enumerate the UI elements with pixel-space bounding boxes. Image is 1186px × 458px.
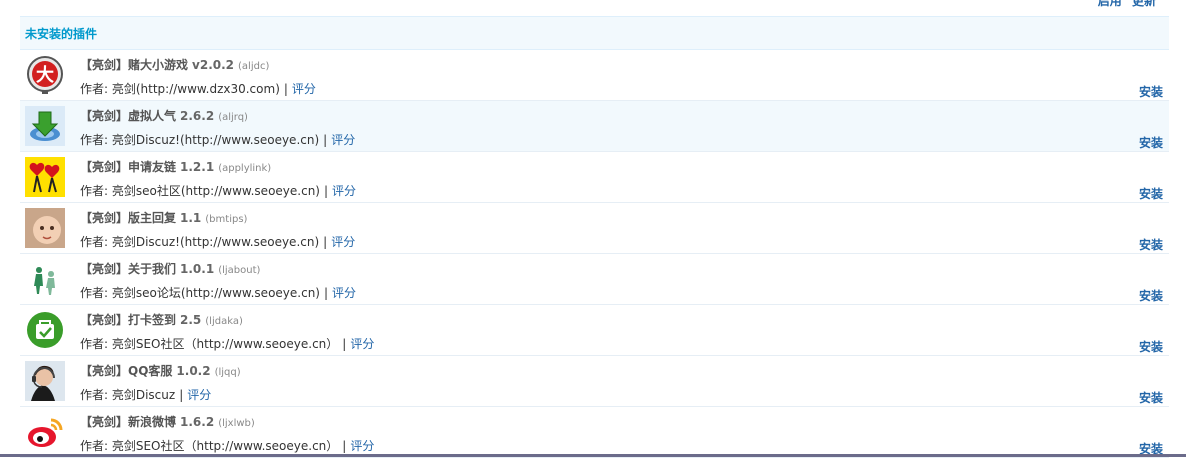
figures-icon (25, 259, 65, 299)
plugin-author: 作者: 亮剑SEO社区（http://www.seoeye.cn） (80, 337, 339, 351)
install-button[interactable]: 安装 (1139, 185, 1163, 202)
plugin-title: 【亮剑】申请友链 1.2.1 (applylink) (80, 158, 271, 175)
plugin-version: v2.0.2 (192, 58, 235, 72)
plugin-name: 【亮剑】关于我们 (80, 262, 177, 276)
plugin-identifier: (aljdc) (238, 61, 270, 72)
plugin-author: 作者: 亮剑Discuz!(http://www.seoeye.cn) (80, 235, 320, 249)
install-button[interactable]: 安装 (1139, 134, 1163, 151)
rate-link[interactable]: 评分 (350, 439, 374, 453)
plugin-author-line: 作者: 亮剑(http://www.dzx30.com) | 评分 (80, 80, 316, 97)
plugin-list: 大 【亮剑】赌大小游戏 v2.0.2 (aljdc) 作者: 亮剑(http://www… (20, 50, 1169, 458)
plugin-version: 2.6.2 (180, 109, 215, 123)
plugin-row: 【亮剑】版主回复 1.1 (bmtips) 作者: 亮剑Discuz!(http://… (20, 203, 1169, 254)
plugin-author: 作者: 亮剑Discuz!(http://www.seoeye.cn) (80, 133, 320, 147)
rate-link[interactable]: 评分 (331, 235, 355, 249)
headset-agent-icon (25, 361, 65, 401)
plugin-name: 【亮剑】版主回复 (80, 211, 177, 225)
rate-link[interactable]: 评分 (350, 337, 374, 351)
rate-link[interactable]: 评分 (187, 388, 211, 402)
plugin-version: 1.0.1 (180, 262, 215, 276)
install-button[interactable]: 安装 (1139, 83, 1163, 100)
plugin-title: 【亮剑】版主回复 1.1 (bmtips) (80, 209, 247, 226)
svg-text:大: 大 (36, 64, 54, 86)
plugin-name: 【亮剑】虚拟人气 (80, 109, 177, 123)
plugin-author: 作者: 亮剑seo社区(http://www.seoeye.cn) (80, 184, 320, 198)
plugin-title: 【亮剑】关于我们 1.0.1 (ljabout) (80, 260, 260, 277)
plugin-version: 1.1 (180, 211, 202, 225)
section-title: 未安装的插件 (20, 16, 1169, 50)
plugin-author-line: 作者: 亮剑seo社区(http://www.seoeye.cn) | 评分 (80, 182, 356, 199)
plugin-identifier: (ljxlwb) (218, 418, 255, 429)
rate-link[interactable]: 评分 (292, 82, 316, 96)
separator: | (323, 286, 329, 300)
baby-photo-icon (25, 208, 65, 248)
plugin-identifier: (ljqq) (214, 367, 241, 378)
plugin-version: 2.5 (180, 313, 202, 327)
plugin-row: 【亮剑】QQ客服 1.0.2 (ljqq) 作者: 亮剑Discuz | 评分 安装 (20, 356, 1169, 407)
install-button[interactable]: 安装 (1139, 338, 1163, 355)
update-link[interactable]: 更新 (1132, 0, 1156, 8)
separator: | (179, 388, 184, 402)
plugin-title: 【亮剑】QQ客服 1.0.2 (ljqq) (80, 362, 241, 379)
plugin-row: 【亮剑】申请友链 1.2.1 (applylink) 作者: 亮剑seo社区(http… (20, 152, 1169, 203)
plugin-identifier: (ljabout) (218, 265, 261, 276)
separator: | (283, 82, 288, 96)
rate-link[interactable]: 评分 (332, 184, 356, 198)
plugin-name: 【亮剑】打卡签到 (80, 313, 177, 327)
plugin-author-line: 作者: 亮剑Discuz!(http://www.seoeye.cn) | 评分 (80, 233, 355, 250)
plugin-author-line: 作者: 亮剑SEO社区（http://www.seoeye.cn） | 评分 (80, 335, 374, 352)
plugin-row: 【亮剑】关于我们 1.0.1 (ljabout) 作者: 亮剑seo论坛(http:/… (20, 254, 1169, 305)
plugin-name: 【亮剑】赌大小游戏 (80, 58, 189, 72)
separator: | (323, 235, 328, 249)
heart-balloons-icon (25, 157, 65, 197)
checkin-bag-icon (25, 310, 65, 350)
separator: | (342, 337, 347, 351)
plugin-row: 【亮剑】新浪微博 1.6.2 (ljxlwb) 作者: 亮剑SEO社区（http://… (20, 407, 1169, 458)
separator: | (323, 184, 329, 198)
top-links: 启用 更新 (1092, 0, 1156, 9)
plugin-author-line: 作者: 亮剑seo论坛(http://www.seoeye.cn) | 评分 (80, 284, 356, 301)
plugin-author-line: 作者: 亮剑Discuz!(http://www.seoeye.cn) | 评分 (80, 131, 355, 148)
download-globe-icon (25, 106, 65, 146)
weibo-icon (25, 412, 65, 452)
plugin-row: 【亮剑】虚拟人气 2.6.2 (aljrq) 作者: 亮剑Discuz!(http:/… (20, 101, 1169, 152)
install-button[interactable]: 安装 (1139, 389, 1163, 406)
plugin-identifier: (aljrq) (218, 112, 248, 123)
plugin-name: 【亮剑】申请友链 (80, 160, 177, 174)
dice-big-character-icon: 大 (25, 55, 65, 95)
install-button[interactable]: 安装 (1139, 236, 1163, 253)
plugin-identifier: (bmtips) (205, 214, 248, 225)
plugin-row: 大 【亮剑】赌大小游戏 v2.0.2 (aljdc) 作者: 亮剑(http://www… (20, 50, 1169, 101)
plugin-title: 【亮剑】新浪微博 1.6.2 (ljxlwb) (80, 413, 255, 430)
plugin-title: 【亮剑】赌大小游戏 v2.0.2 (aljdc) (80, 56, 269, 73)
plugin-name: 【亮剑】新浪微博 (80, 415, 177, 429)
plugin-title: 【亮剑】打卡签到 2.5 (ljdaka) (80, 311, 243, 328)
plugin-title: 【亮剑】虚拟人气 2.6.2 (aljrq) (80, 107, 248, 124)
rate-link[interactable]: 评分 (332, 286, 356, 300)
plugin-identifier: (ljdaka) (205, 316, 243, 327)
install-button[interactable]: 安装 (1139, 287, 1163, 304)
enable-link[interactable]: 启用 (1098, 0, 1122, 8)
plugin-version: 1.0.2 (176, 364, 211, 378)
plugin-identifier: (applylink) (218, 163, 272, 174)
separator: | (323, 133, 328, 147)
plugin-author-line: 作者: 亮剑SEO社区（http://www.seoeye.cn） | 评分 (80, 437, 374, 454)
rate-link[interactable]: 评分 (331, 133, 355, 147)
plugin-name: 【亮剑】QQ客服 (80, 364, 173, 378)
plugin-author: 作者: 亮剑(http://www.dzx30.com) (80, 82, 280, 96)
plugin-author: 作者: 亮剑seo论坛(http://www.seoeye.cn) (80, 286, 320, 300)
plugin-version: 1.6.2 (180, 415, 215, 429)
plugin-panel: 未安装的插件 大 【亮剑】赌大小游戏 v2.0.2 (aljdc) 作者: 亮剑(htt… (20, 16, 1169, 458)
plugin-version: 1.2.1 (180, 160, 215, 174)
plugin-author: 作者: 亮剑Discuz (80, 388, 176, 402)
separator: | (342, 439, 347, 453)
plugin-author-line: 作者: 亮剑Discuz | 评分 (80, 386, 211, 403)
plugin-row: 【亮剑】打卡签到 2.5 (ljdaka) 作者: 亮剑SEO社区（http://ww… (20, 305, 1169, 356)
plugin-author: 作者: 亮剑SEO社区（http://www.seoeye.cn） (80, 439, 339, 453)
